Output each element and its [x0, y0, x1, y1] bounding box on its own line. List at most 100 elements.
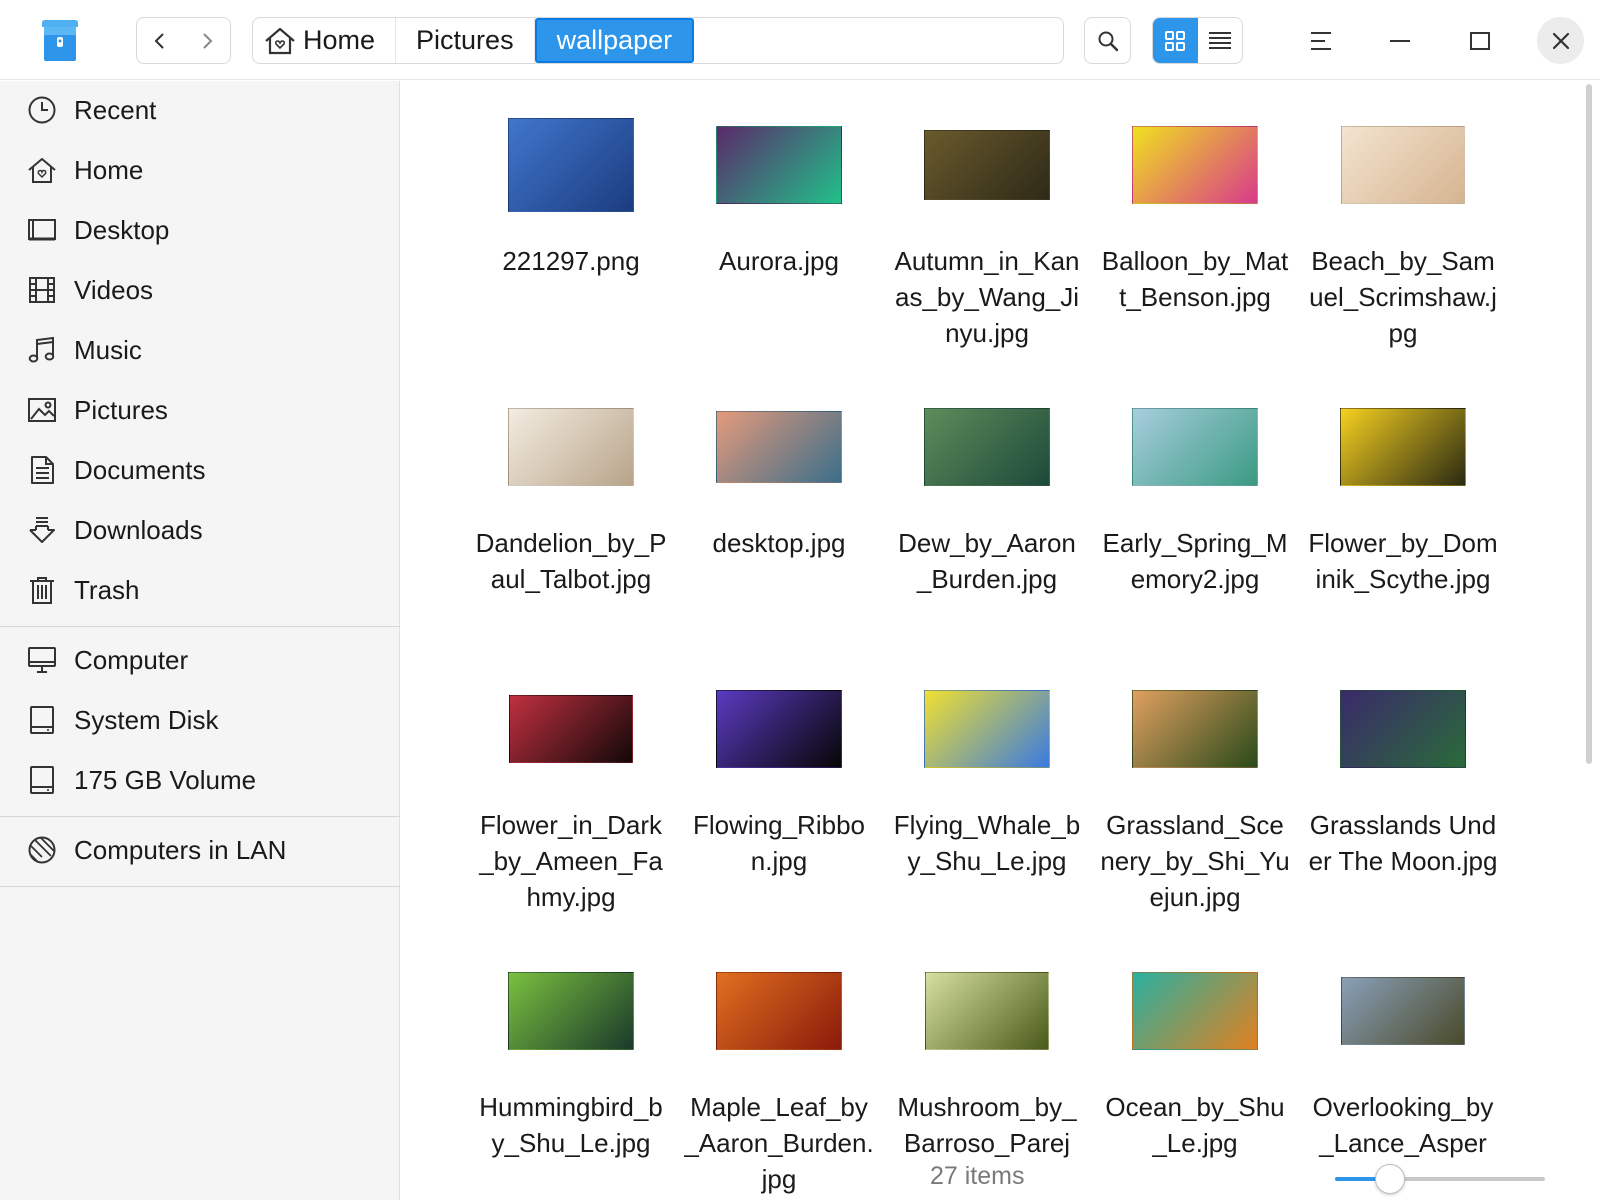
disk-icon	[26, 764, 58, 796]
file-name: Flower_in_Dark_by_Ameen_Fahmy.jpg	[479, 810, 663, 912]
thumbnail-frame	[1313, 387, 1493, 507]
sidebar-item-label: Recent	[74, 94, 157, 125]
thumbnail-frame	[1105, 669, 1285, 789]
image-thumbnail	[716, 690, 842, 768]
sidebar-item-system-disk[interactable]: System Disk	[0, 694, 400, 746]
breadcrumb: Home Pictures wallpaper	[252, 17, 1064, 64]
sidebar-item-home[interactable]: Home	[0, 144, 400, 196]
search-button[interactable]	[1084, 17, 1131, 64]
search-icon	[1098, 31, 1118, 51]
computer-icon	[26, 644, 58, 676]
document-icon	[26, 454, 58, 486]
list-view-button[interactable]	[1198, 18, 1243, 63]
sidebar-item-label: Pictures	[74, 394, 168, 425]
slider-handle[interactable]	[1374, 1164, 1405, 1194]
image-thumbnail	[1341, 977, 1465, 1045]
item-count: 27 items	[930, 1162, 1025, 1190]
sidebar-item-recent[interactable]: Recent	[0, 84, 400, 136]
grid-view-button[interactable]	[1153, 18, 1198, 63]
sidebar-item-label: Documents	[74, 454, 206, 485]
back-button[interactable]	[137, 18, 184, 63]
forward-button[interactable]	[184, 18, 231, 63]
file-name: Grassland_Scenery_by_Shi_Yuejun.jpg	[1100, 810, 1290, 912]
maximize-button[interactable]	[1456, 17, 1503, 64]
breadcrumb-pictures[interactable]: Pictures	[396, 18, 535, 63]
file-name: Early_Spring_Memory2.jpg	[1102, 528, 1288, 594]
file-name: Flying_Whale_by_Shu_Le.jpg	[893, 810, 1081, 876]
close-icon	[1552, 32, 1569, 49]
sidebar-item-videos[interactable]: Videos	[0, 264, 400, 316]
image-thumbnail	[508, 408, 634, 486]
network-icon	[26, 834, 58, 866]
thumbnail-frame	[1105, 951, 1285, 1071]
image-thumbnail	[1340, 690, 1466, 768]
thumbnail-frame	[481, 951, 661, 1071]
sidebar-item-label: Desktop	[74, 214, 170, 245]
thumbnail-frame	[1313, 951, 1493, 1071]
view-mode-switch	[1152, 17, 1243, 64]
icon-size-slider[interactable]	[1335, 1163, 1545, 1194]
minimize-button[interactable]	[1376, 17, 1423, 64]
sidebar-item-volume[interactable]: 175 GB Volume	[0, 754, 400, 806]
thumbnail-frame	[481, 669, 661, 789]
file-name: Beach_by_Samuel_Scrimshaw.jpg	[1309, 246, 1497, 348]
trash-icon	[26, 574, 58, 606]
desktop-icon	[26, 214, 58, 246]
close-button[interactable]	[1537, 17, 1584, 64]
sidebar-item-label: Home	[74, 154, 144, 185]
breadcrumb-wallpaper[interactable]: wallpaper	[534, 18, 695, 63]
list-view-icon	[1208, 31, 1231, 49]
sidebar-item-computer[interactable]: Computer	[0, 634, 400, 686]
file-name: Autumn_in_Kanas_by_Wang_Jinyu.jpg	[894, 246, 1080, 348]
image-thumbnail	[1132, 126, 1258, 204]
image-thumbnail	[1340, 408, 1466, 486]
file-name: Aurora.jpg	[719, 246, 839, 276]
thumbnail-frame	[1105, 387, 1285, 507]
thumbnail-frame	[689, 951, 869, 1071]
sidebar-item-documents[interactable]: Documents	[0, 444, 400, 496]
sidebar-item-computers-in-lan[interactable]: Computers in LAN	[0, 824, 400, 876]
file-name: Dew_by_Aaron_Burden.jpg	[898, 528, 1076, 594]
file-name: Grasslands Under The Moon.jpg	[1308, 810, 1498, 876]
file-name: 221297.png	[502, 246, 640, 276]
sidebar-item-downloads[interactable]: Downloads	[0, 504, 400, 556]
thumbnail-frame	[1313, 105, 1493, 225]
sidebar-item-music[interactable]: Music	[0, 324, 400, 376]
image-thumbnail	[716, 972, 842, 1050]
file-name: Hummingbird_by_Shu_Le.jpg	[479, 1092, 663, 1158]
thumbnail-frame	[897, 951, 1077, 1071]
thumbnail-frame	[481, 105, 661, 225]
breadcrumb-home[interactable]: Home	[253, 18, 397, 63]
sidebar-divider	[0, 886, 400, 887]
thumbnail-frame	[1313, 669, 1493, 789]
sidebar-item-trash[interactable]: Trash	[0, 564, 400, 616]
file-name: Flower_by_Dominik_Scythe.jpg	[1308, 528, 1498, 594]
sidebar-item-label: Music	[74, 334, 142, 365]
image-icon	[26, 394, 58, 426]
address-bar-empty[interactable]	[694, 18, 1063, 63]
sidebar-item-label: System Disk	[74, 704, 219, 735]
breadcrumb-home-label: Home	[303, 25, 376, 55]
sidebar-item-label: Videos	[74, 274, 154, 305]
file-name: Overlooking_by_Lance_Asper	[1312, 1092, 1494, 1158]
image-thumbnail	[716, 411, 842, 483]
image-thumbnail	[924, 130, 1050, 200]
file-name: Flowing_Ribbon.jpg	[693, 810, 865, 876]
sidebar-item-pictures[interactable]: Pictures	[0, 384, 400, 436]
title-bar: Home Pictures wallpaper	[0, 0, 1600, 80]
image-thumbnail	[1341, 126, 1465, 204]
home-icon	[26, 154, 58, 186]
main-menu-button[interactable]	[1297, 17, 1344, 64]
file-grid[interactable]: 221297.png Aurora.jpg Autumn_in_Kanas_by_W…	[401, 81, 1600, 1200]
hamburger-menu-icon	[1310, 31, 1331, 50]
file-manager-icon[interactable]	[38, 17, 82, 63]
file-name: Maple_Leaf_by_Aaron_Burden.jpg	[684, 1092, 874, 1194]
image-thumbnail	[509, 695, 633, 763]
chevron-left-icon	[154, 33, 164, 48]
history-nav	[136, 17, 231, 64]
sidebar-item-desktop[interactable]: Desktop	[0, 204, 400, 256]
thumbnail-frame	[897, 669, 1077, 789]
thumbnail-frame	[689, 387, 869, 507]
vertical-scrollbar[interactable]	[1586, 84, 1592, 764]
thumbnail-frame	[689, 105, 869, 225]
